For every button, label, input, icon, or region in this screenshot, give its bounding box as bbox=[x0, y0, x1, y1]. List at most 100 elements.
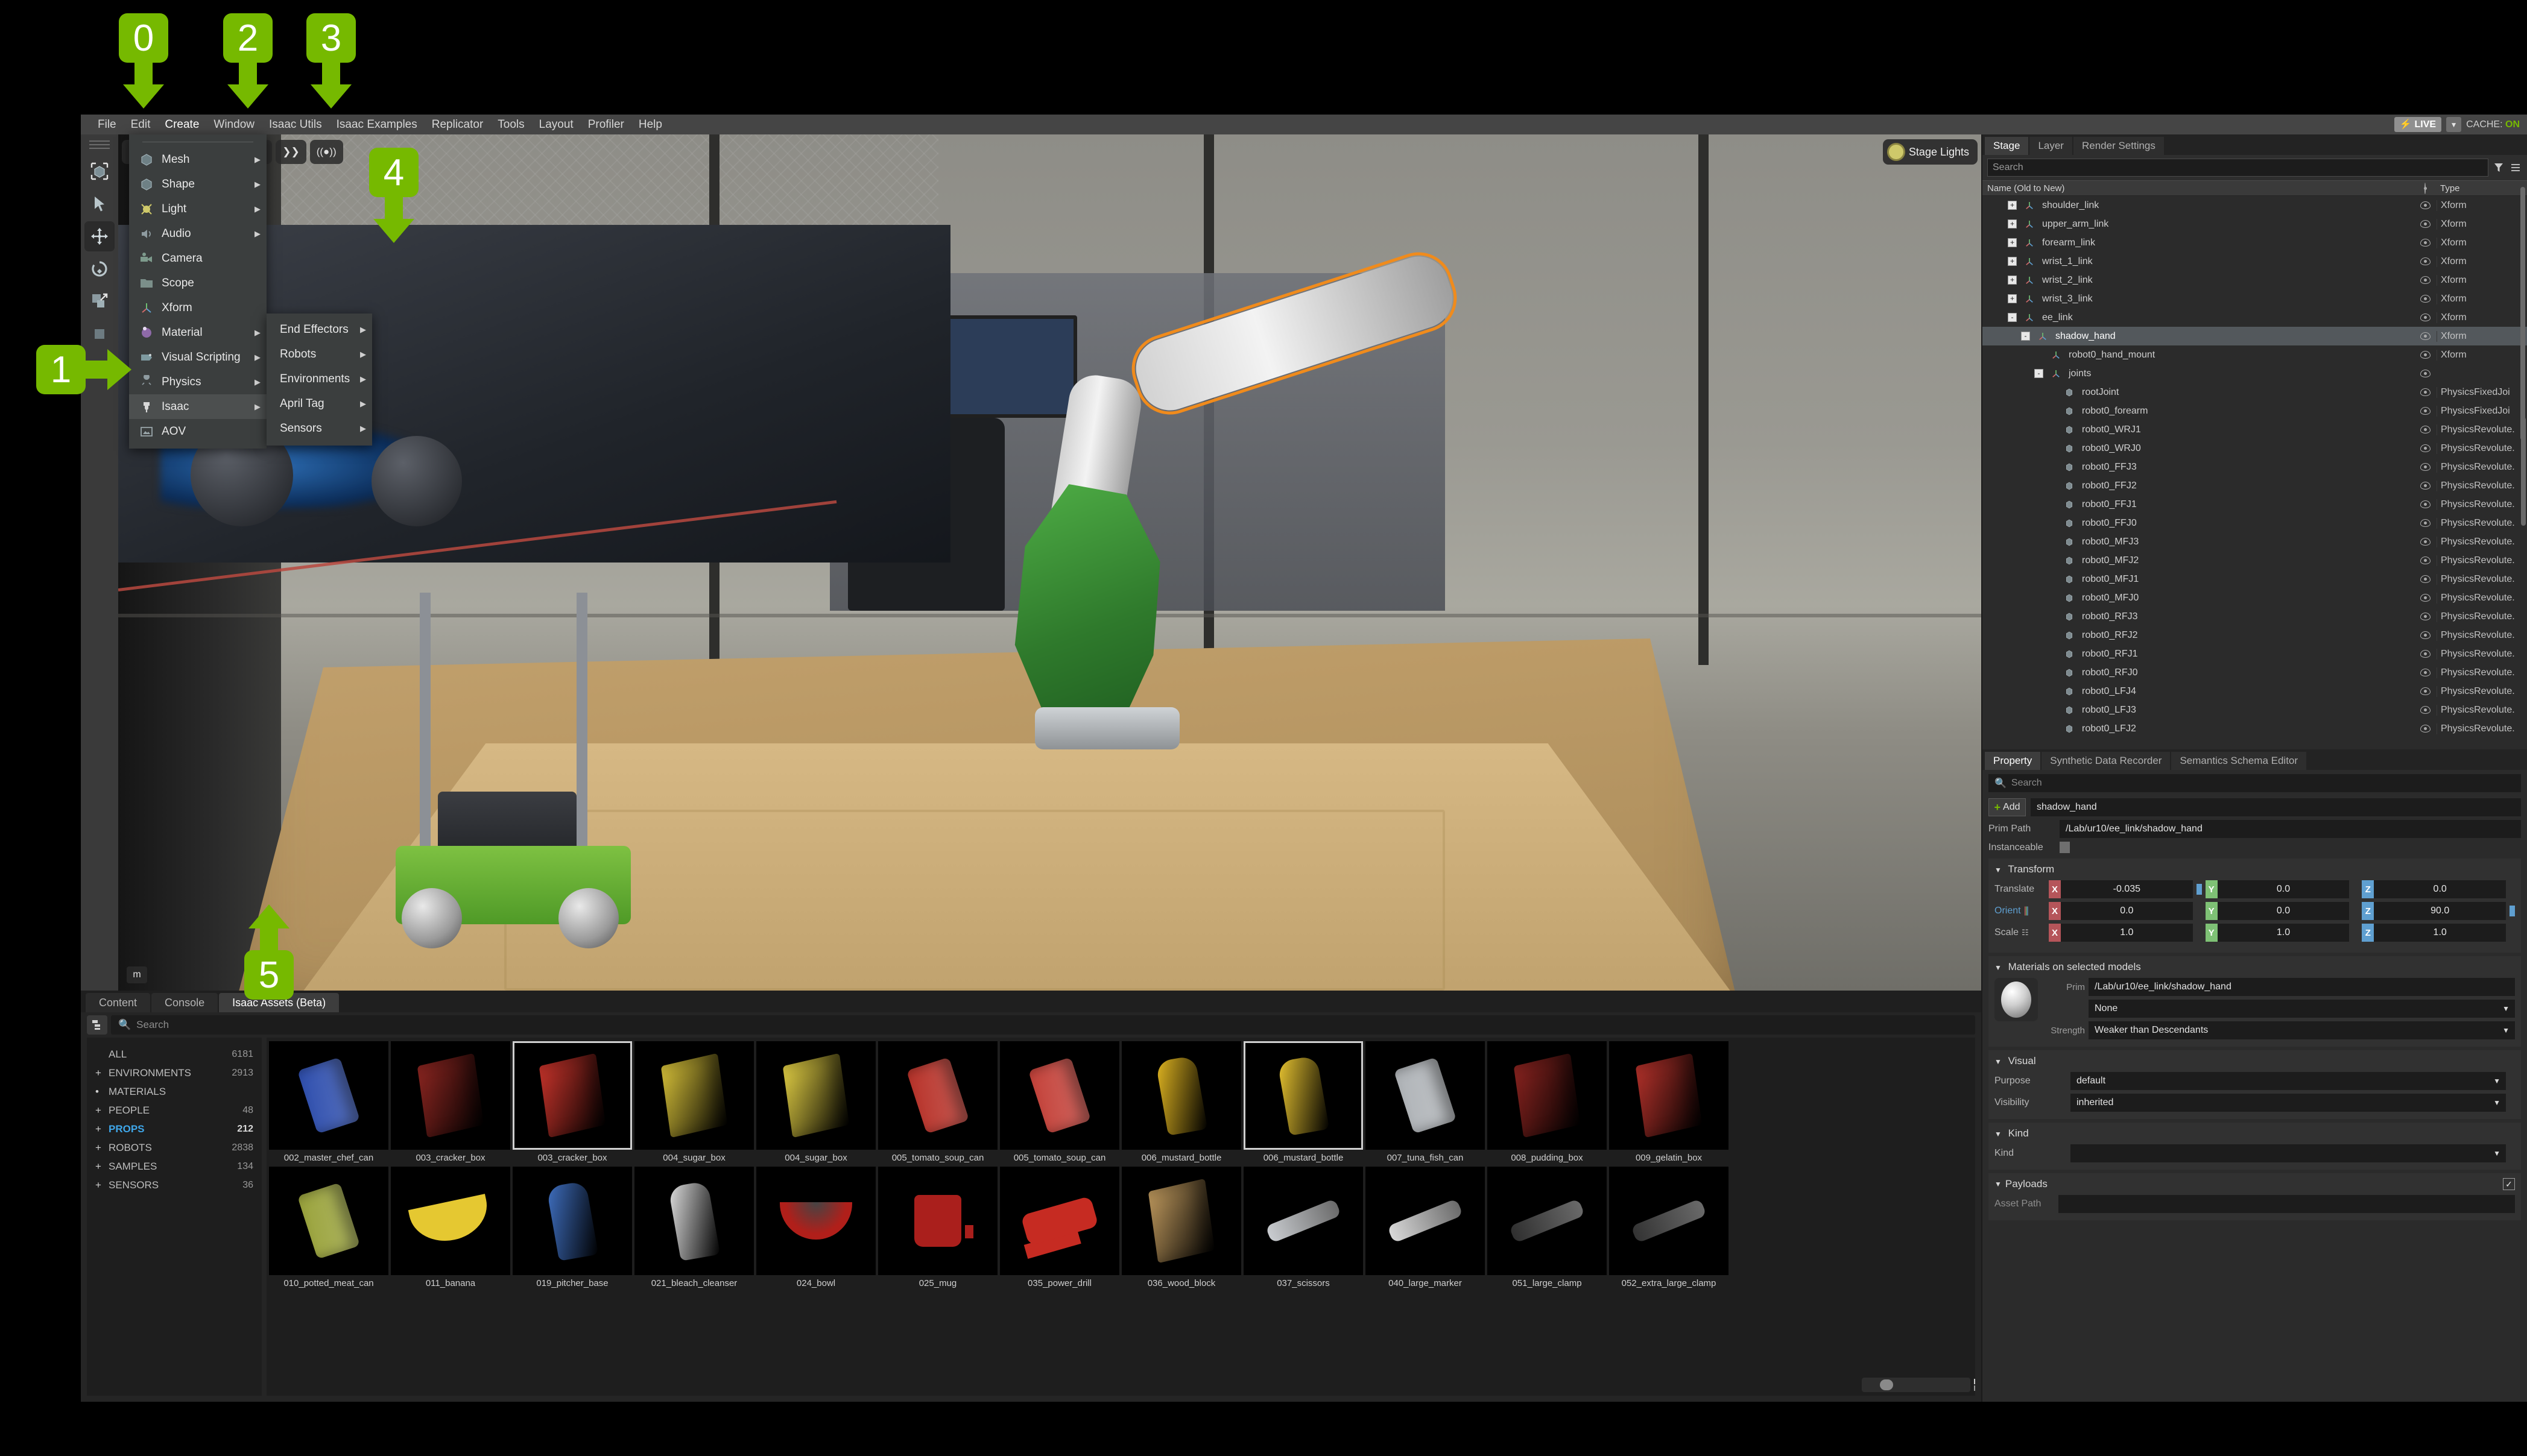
isaac-submenu-popup[interactable]: End Effectors ▶ Robots ▶ Environments ▶ April … bbox=[267, 314, 372, 446]
visibility-toggle-icon[interactable] bbox=[2414, 220, 2437, 228]
asset-thumbnail-cell[interactable]: 037_scissors bbox=[1244, 1167, 1363, 1288]
asset-thumbnail-image[interactable] bbox=[634, 1041, 754, 1150]
asset-thumbnail-cell[interactable]: 019_pitcher_base bbox=[513, 1167, 632, 1288]
payloads-enable-checkbox[interactable]: ✓ bbox=[2503, 1178, 2515, 1190]
stage-tree-row[interactable]: robot0_FFJ3 PhysicsRevolute. bbox=[1982, 458, 2527, 476]
category-props[interactable]: + PROPS 212 bbox=[95, 1120, 253, 1138]
isaac-submenu-item-april-tag[interactable]: April Tag ▶ bbox=[267, 391, 372, 416]
orient-mode-icon[interactable]: ||| bbox=[2024, 906, 2029, 916]
menu-replicator[interactable]: Replicator bbox=[425, 115, 491, 134]
stage-tree-row[interactable]: robot0_WRJ1 PhysicsRevolute. bbox=[1982, 420, 2527, 439]
visibility-toggle-icon[interactable] bbox=[2414, 538, 2437, 546]
stage-tree-row[interactable]: robot0_MFJ2 PhysicsRevolute. bbox=[1982, 551, 2527, 570]
visibility-toggle-icon[interactable] bbox=[2414, 388, 2437, 396]
visibility-toggle-icon[interactable] bbox=[2414, 426, 2437, 433]
tab-console[interactable]: Console bbox=[151, 993, 218, 1012]
stage-tree-row[interactable]: + wrist_1_link Xform bbox=[1982, 252, 2527, 271]
stage-tree-row[interactable]: robot0_RFJ2 PhysicsRevolute. bbox=[1982, 626, 2527, 644]
translate-x-field[interactable]: -0.035 bbox=[2061, 880, 2193, 898]
asset-thumbnail-cell[interactable]: 011_banana bbox=[391, 1167, 510, 1288]
isaac-submenu-item-robots[interactable]: Robots ▶ bbox=[267, 342, 372, 367]
isaac-submenu-item-sensors[interactable]: Sensors ▶ bbox=[267, 416, 372, 441]
orient-x-field[interactable]: 0.0 bbox=[2061, 902, 2193, 920]
asset-thumbnail-cell[interactable]: 024_bowl bbox=[756, 1167, 876, 1288]
asset-thumbnail-image[interactable] bbox=[513, 1041, 632, 1150]
asset-thumbnail-image[interactable] bbox=[1365, 1167, 1485, 1275]
menu-window[interactable]: Window bbox=[206, 115, 262, 134]
create-menu-item-scope[interactable]: Scope bbox=[129, 271, 267, 295]
menu-create[interactable]: Create bbox=[157, 115, 206, 134]
asset-thumbnail-cell[interactable]: 010_potted_meat_can bbox=[269, 1167, 388, 1288]
material-prim-field[interactable]: /Lab/ur10/ee_link/shadow_hand bbox=[2089, 978, 2515, 996]
asset-thumbnail-image[interactable] bbox=[878, 1041, 998, 1150]
stage-tree-row[interactable]: - shadow_hand Xform bbox=[1982, 327, 2527, 345]
expand-icon[interactable]: + bbox=[2008, 201, 2017, 210]
asset-thumbnail-image[interactable] bbox=[756, 1167, 876, 1275]
asset-thumbnail-image[interactable] bbox=[1487, 1041, 1607, 1150]
stage-tree-row[interactable]: robot0_FFJ0 PhysicsRevolute. bbox=[1982, 514, 2527, 532]
asset-thumbnail-image[interactable] bbox=[1000, 1041, 1119, 1150]
stage-tree-row[interactable]: robot0_MFJ3 PhysicsRevolute. bbox=[1982, 532, 2527, 551]
asset-thumbnail-cell[interactable]: 035_power_drill bbox=[1000, 1167, 1119, 1288]
tab-content[interactable]: Content bbox=[86, 993, 151, 1012]
visibility-toggle-icon[interactable] bbox=[2414, 725, 2437, 733]
grid-view-icon[interactable] bbox=[1974, 1379, 1975, 1391]
orient-z-field[interactable]: 90.0 bbox=[2374, 902, 2506, 920]
tab-property[interactable]: Property bbox=[1985, 752, 2041, 770]
asset-grid-scrollbar[interactable] bbox=[1862, 1378, 1975, 1392]
transform-section-title[interactable]: ▼ Transform bbox=[1994, 863, 2515, 875]
stage-lights-button[interactable]: Stage Lights bbox=[1882, 139, 1978, 165]
asset-thumbnail-image[interactable] bbox=[1000, 1167, 1119, 1275]
stage-tree-row[interactable]: + wrist_3_link Xform bbox=[1982, 289, 2527, 308]
add-button[interactable]: + Add bbox=[1988, 798, 2026, 816]
menu-help[interactable]: Help bbox=[631, 115, 669, 134]
visibility-toggle-icon[interactable] bbox=[2414, 351, 2437, 359]
visibility-toggle-icon[interactable] bbox=[2414, 631, 2437, 639]
stage-tree-row[interactable]: robot0_forearm PhysicsFixedJoi bbox=[1982, 402, 2527, 420]
stage-tree-row[interactable]: robot0_FFJ1 PhysicsRevolute. bbox=[1982, 495, 2527, 514]
menu-profiler[interactable]: Profiler bbox=[581, 115, 631, 134]
asset-thumbnail-cell[interactable]: 004_sugar_box bbox=[756, 1041, 876, 1163]
tab-semantics-schema-editor[interactable]: Semantics Schema Editor bbox=[2171, 752, 2307, 770]
scrollbar-knob[interactable] bbox=[1880, 1379, 1893, 1390]
expand-icon[interactable]: + bbox=[2008, 257, 2017, 266]
visibility-toggle-icon[interactable] bbox=[2414, 332, 2437, 340]
asset-thumbnail-cell[interactable]: 006_mustard_bottle bbox=[1122, 1041, 1241, 1163]
asset-thumbnail-cell[interactable]: 008_pudding_box bbox=[1487, 1041, 1607, 1163]
menu-edit[interactable]: Edit bbox=[124, 115, 158, 134]
stage-tree-row[interactable]: - joints bbox=[1982, 364, 2527, 383]
translate-z-field[interactable]: 0.0 bbox=[2374, 880, 2506, 898]
asset-search-input[interactable]: 🔍 Search bbox=[111, 1015, 1975, 1035]
asset-thumbnail-image[interactable] bbox=[513, 1167, 632, 1275]
visibility-toggle-icon[interactable] bbox=[2414, 500, 2437, 508]
stage-tree-row[interactable]: robot0_MFJ1 PhysicsRevolute. bbox=[1982, 570, 2527, 588]
asset-path-field[interactable] bbox=[2058, 1195, 2515, 1213]
asset-thumbnail-cell[interactable]: 051_large_clamp bbox=[1487, 1167, 1607, 1288]
asset-thumbnail-cell[interactable]: 002_master_chef_can bbox=[269, 1041, 388, 1163]
viewport-unit-badge[interactable]: m bbox=[127, 966, 147, 983]
visibility-dropdown[interactable]: inherited ▼ bbox=[2070, 1094, 2506, 1112]
menu-isaac-examples[interactable]: Isaac Examples bbox=[329, 115, 425, 134]
asset-thumbnail-cell[interactable]: 036_wood_block bbox=[1122, 1167, 1241, 1288]
move-tool-icon[interactable] bbox=[84, 221, 115, 251]
asset-thumbnail-cell[interactable]: 005_tomato_soup_can bbox=[1000, 1041, 1119, 1163]
prim-path-field[interactable]: /Lab/ur10/ee_link/shadow_hand bbox=[2060, 820, 2521, 838]
visibility-toggle-icon[interactable] bbox=[2414, 556, 2437, 564]
create-menu-item-audio[interactable]: Audio ▶ bbox=[129, 221, 267, 246]
visibility-toggle-icon[interactable] bbox=[2414, 444, 2437, 452]
create-menu-item-light[interactable]: Light ▶ bbox=[129, 197, 267, 221]
asset-thumbnail-image[interactable] bbox=[1609, 1041, 1728, 1150]
stage-tree-row[interactable]: robot0_RFJ1 PhysicsRevolute. bbox=[1982, 644, 2527, 663]
asset-thumbnail-image[interactable] bbox=[391, 1167, 510, 1275]
stage-tree-row[interactable]: robot0_LFJ4 PhysicsRevolute. bbox=[1982, 682, 2527, 701]
asset-thumbnail-cell[interactable]: 052_extra_large_clamp bbox=[1609, 1167, 1728, 1288]
menu-file[interactable]: File bbox=[90, 115, 124, 134]
asset-thumbnail-cell[interactable]: 006_mustard_bottle bbox=[1244, 1041, 1363, 1163]
category-sensors[interactable]: + SENSORS 36 bbox=[95, 1176, 253, 1194]
create-menu-item-physics[interactable]: Physics ▶ bbox=[129, 370, 267, 394]
expand-icon[interactable]: + bbox=[2008, 276, 2017, 285]
asset-thumbnail-image[interactable] bbox=[1122, 1041, 1241, 1150]
scale-z-field[interactable]: 1.0 bbox=[2374, 924, 2506, 942]
stage-search-input[interactable]: Search bbox=[1987, 159, 2488, 177]
stage-tree-row[interactable]: + forearm_link Xform bbox=[1982, 233, 2527, 252]
